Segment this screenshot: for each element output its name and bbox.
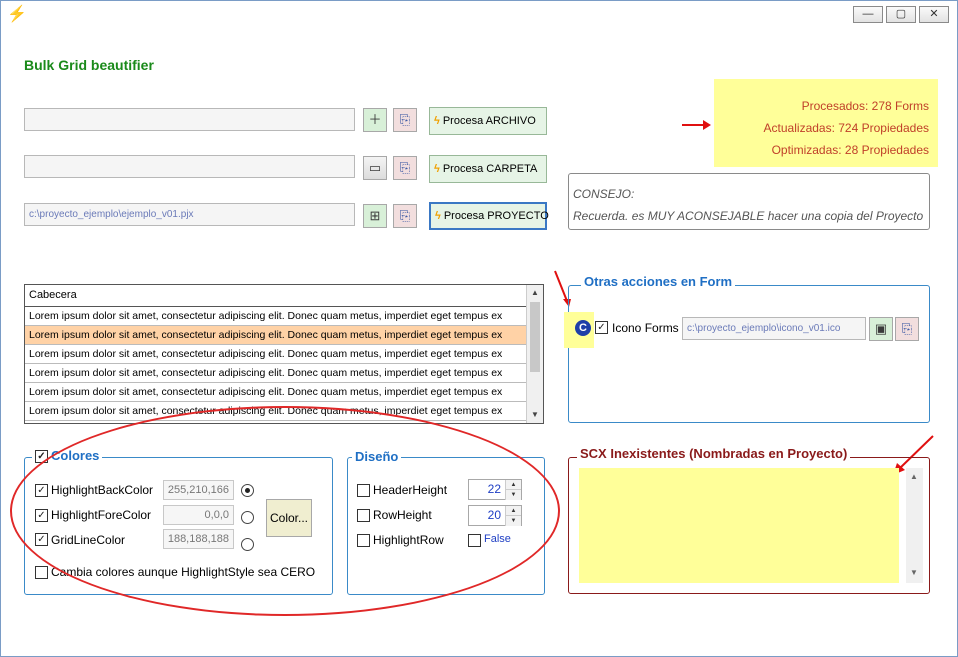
bolt-icon: ϟ [434,115,440,127]
scx-list[interactable] [579,468,899,583]
consejo-text: Recuerda. es MUY ACONSEJABLE hacer una c… [573,209,924,223]
color-picker-button[interactable]: Color... [266,499,312,537]
icono-path-input[interactable]: c:\proyecto_ejemplo\icono_v01.ico [682,317,866,340]
table-row[interactable]: Lorem ipsum dolor sit amet, consectetur … [25,383,528,402]
consejo-title: CONSEJO: [573,187,635,201]
gridline-value: 188,188,188 [163,529,234,549]
highlight-fore-label: HighlightForeColor [51,508,152,522]
stat-optimizadas: Optimizadas: 28 Propiedades [771,143,929,157]
highlight-back-label: HighlightBackColor [51,483,154,497]
scroll-thumb[interactable] [530,302,540,372]
colores-checkbox[interactable]: ✓ [35,450,48,464]
row-height-label: RowHeight [373,508,432,522]
spin-down-icon[interactable]: ▼ [505,490,521,500]
header-height-label: HeaderHeight [373,483,448,497]
highlight-fore-checkbox[interactable]: ✓ [35,509,48,522]
stat-actualizadas: Actualizadas: 724 Propiedades [763,121,929,135]
highlight-row-value-checkbox[interactable] [468,534,481,547]
minimize-button[interactable]: — [853,6,883,23]
highlight-row-checkbox[interactable] [357,534,370,547]
spin-up-icon[interactable]: ▲ [505,480,521,490]
spin-up-icon[interactable]: ▲ [505,506,521,516]
otras-acciones-group [568,285,930,423]
close-button[interactable]: ✕ [919,6,949,23]
cambia-colores-checkbox[interactable] [35,566,48,579]
carpeta-path-input[interactable] [24,155,355,178]
fore-color-radio[interactable] [241,511,254,524]
table-row[interactable]: Lorem ipsum dolor sit amet, consectetur … [25,307,528,326]
scroll-up-icon[interactable]: ▲ [527,285,543,301]
form-icon: C [575,320,591,336]
folder-icon[interactable]: ▭ [363,156,387,180]
stats-panel: Procesados: 278 Forms Actualizadas: 724 … [714,79,938,167]
procesa-carpeta-button[interactable]: ϟ Procesa CARPETA [429,155,547,183]
cambia-colores-label: Cambia colores aunque HighlightStyle sea… [51,565,316,579]
new-file-icon[interactable]: ＋ [363,108,387,132]
table-row-highlighted[interactable]: Lorem ipsum dolor sit amet, consectetur … [25,326,528,345]
bolt-icon: ϟ [435,210,441,222]
scroll-up-icon[interactable]: ▲ [910,472,918,481]
back-color-radio[interactable] [241,484,254,497]
colores-title: ✓ Colores [32,448,103,464]
scroll-down-icon[interactable]: ▼ [910,568,918,577]
row-height-checkbox[interactable] [357,509,370,522]
icono-forms-label: Icono Forms [612,321,679,335]
highlight-fore-value: 0,0,0 [163,505,234,525]
row-height-spinner[interactable]: 20 ▲ ▼ [468,505,522,526]
app-lightning-icon: ⚡ [7,6,27,23]
red-arrow-head [703,120,711,130]
proyecto-path-input[interactable]: c:\proyecto_ejemplo\ejemplo_v01.pjx [24,203,355,226]
title-bar: ⚡ — ▢ ✕ [1,1,957,29]
highlight-row-label: HighlightRow [373,533,444,547]
clear-carpeta-icon[interactable]: ⎘ [393,156,417,180]
consejo-box: CONSEJO: Recuerda. es MUY ACONSEJABLE ha… [568,173,930,230]
table-row[interactable]: Lorem ipsum dolor sit amet, consectetur … [25,345,528,364]
image-icon[interactable]: ▣ [869,317,893,341]
gridline-label: GridLineColor [51,533,126,547]
diseno-title: Diseño [352,449,402,464]
gridline-color-radio[interactable] [241,538,254,551]
clear-archivo-icon[interactable]: ⎘ [393,108,417,132]
otras-acciones-title: Otras acciones en Form [581,274,736,289]
bolt-icon: ϟ [434,163,440,175]
stat-procesados: Procesados: 278 Forms [801,99,929,113]
table-row[interactable]: Lorem ipsum dolor sit amet, consectetur … [25,402,528,421]
main-window: ⚡ — ▢ ✕ Bulk Grid beautifier ＋ ⎘ ϟ Proces… [0,0,958,657]
maximize-button[interactable]: ▢ [886,6,916,23]
spin-down-icon[interactable]: ▼ [505,516,521,526]
header-height-checkbox[interactable] [357,484,370,497]
false-label: False [484,533,511,545]
highlight-back-checkbox[interactable]: ✓ [35,484,48,497]
icono-forms-checkbox[interactable]: ✓ [595,321,608,334]
clear-proyecto-icon[interactable]: ⎘ [393,204,417,228]
grid-header[interactable]: Cabecera [25,285,543,307]
highlight-back-value: 255,210,166 [163,480,234,500]
diseno-group [347,457,545,595]
table-row[interactable]: Lorem ipsum dolor sit amet, consectetur … [25,364,528,383]
sample-grid[interactable]: Cabecera Lorem ipsum dolor sit amet, con… [24,284,544,424]
procesa-proyecto-button[interactable]: ϟ Procesa PROYECTO [429,202,549,230]
scx-title: SCX Inexistentes (Nombradas en Proyecto) [577,446,851,461]
header-height-spinner[interactable]: 22 ▲ ▼ [468,479,522,500]
procesa-archivo-button[interactable]: ϟ Procesa ARCHIVO [429,107,547,135]
grid-scrollbar[interactable]: ▲ ▼ [526,285,543,423]
clear-icono-icon[interactable]: ⎘ [895,317,919,341]
archivo-path-input[interactable] [24,108,355,131]
scroll-down-icon[interactable]: ▼ [527,407,543,423]
gridline-checkbox[interactable]: ✓ [35,533,48,546]
project-icon[interactable]: ⊞ [363,204,387,228]
scx-scrollbar[interactable]: ▲ ▼ [906,468,923,583]
page-title: Bulk Grid beautifier [24,57,154,73]
